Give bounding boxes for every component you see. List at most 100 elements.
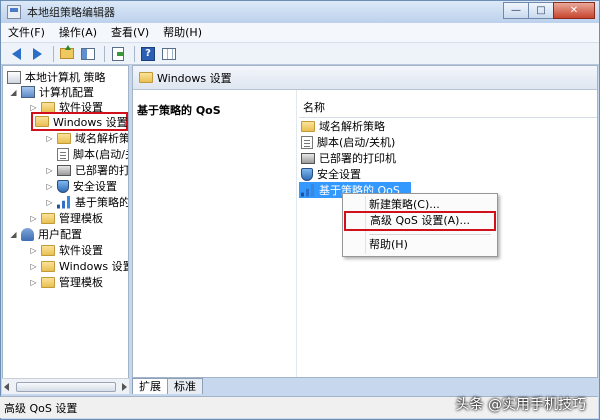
user-icon xyxy=(21,227,34,241)
folder-icon xyxy=(301,120,315,132)
menu-item-advanced-qos-settings[interactable]: 高级 QoS 设置(A)... xyxy=(344,211,496,231)
tree-label: 安全设置 xyxy=(73,180,117,193)
tree-item-windows-settings[interactable]: Windows 设置 xyxy=(31,112,128,131)
folder-icon xyxy=(41,101,55,113)
console-tree-icon xyxy=(81,47,95,60)
view-button[interactable] xyxy=(160,45,178,63)
script-icon xyxy=(57,147,69,161)
menu-help[interactable]: 帮助(H) xyxy=(156,23,209,43)
expand-icon[interactable]: ▷ xyxy=(45,166,54,175)
menu-view[interactable]: 查看(V) xyxy=(104,23,156,43)
tab-standard[interactable]: 标准 xyxy=(167,378,203,394)
toolbar-separator xyxy=(53,45,54,62)
details-view-icon xyxy=(162,47,176,60)
folder-icon xyxy=(57,132,71,144)
tree-horizontal-scrollbar[interactable] xyxy=(2,378,129,394)
printer-icon xyxy=(301,152,315,164)
tree-item-root[interactable]: 本地计算机 策略 xyxy=(7,69,106,85)
list-item-label: 已部署的打印机 xyxy=(319,152,396,165)
expand-icon[interactable]: ▷ xyxy=(29,262,38,271)
expand-icon[interactable]: ▷ xyxy=(29,214,38,223)
forward-button[interactable] xyxy=(28,45,46,63)
list-item-deployed-printers[interactable]: 已部署的打印机 xyxy=(299,150,396,166)
up-folder-button[interactable] xyxy=(58,45,76,63)
expand-icon[interactable]: ▷ xyxy=(45,182,54,191)
folder-open-icon xyxy=(35,116,49,127)
tree-label: 本地计算机 策略 xyxy=(25,71,106,84)
menu-item-help[interactable]: 帮助(H) xyxy=(343,236,497,254)
tree-item-user-config[interactable]: ◢ 用户配置 xyxy=(9,226,82,242)
window-title: 本地组策略编辑器 xyxy=(27,6,115,19)
folder-icon xyxy=(139,72,153,83)
tree-item-policy-qos[interactable]: ▷ 基于策略的 C xyxy=(45,194,128,210)
collapse-icon[interactable]: ◢ xyxy=(9,88,18,97)
list-item-security-settings[interactable]: 安全设置 xyxy=(299,166,361,182)
context-menu: 新建策略(C)... 高级 QoS 设置(A)... 帮助(H) xyxy=(342,193,498,257)
tree-label: 已部署的打印 xyxy=(75,164,129,177)
help-button[interactable]: ? xyxy=(139,45,157,63)
toolbar-separator xyxy=(134,45,135,62)
tree-item-security-settings[interactable]: ▷ 安全设置 xyxy=(45,178,117,194)
folder-icon xyxy=(41,260,55,272)
list-item-dns-policy[interactable]: 域名解析策略 xyxy=(299,118,385,134)
close-button[interactable]: ✕ xyxy=(553,2,595,19)
minimize-button[interactable]: — xyxy=(503,2,529,19)
details-header: Windows 设置 xyxy=(133,66,597,90)
pane-divider xyxy=(296,90,297,377)
scroll-thumb[interactable] xyxy=(15,381,116,392)
console-tree[interactable]: 本地计算机 策略 ◢ 计算机配置 ▷ 软件设置 Windows 设置 ▷ 域名解… xyxy=(2,65,129,394)
script-icon xyxy=(301,135,313,149)
scroll-right-icon[interactable] xyxy=(122,382,127,391)
up-folder-icon xyxy=(60,45,74,59)
show-hide-tree-button[interactable] xyxy=(79,45,97,63)
tree-item-dns-policy[interactable]: ▷ 域名解析策略 xyxy=(45,130,129,146)
export-list-button[interactable] xyxy=(109,45,127,63)
details-header-title: Windows 设置 xyxy=(157,71,232,85)
list-item-label: 安全设置 xyxy=(317,168,361,181)
forward-arrow-icon xyxy=(32,47,42,60)
folder-icon xyxy=(41,244,55,256)
menu-action[interactable]: 操作(A) xyxy=(52,23,104,43)
maximize-button[interactable]: □ xyxy=(528,2,554,19)
toolbar-separator xyxy=(104,45,105,62)
tab-extended[interactable]: 扩展 xyxy=(132,378,168,394)
tree-label: 管理模板 xyxy=(59,276,103,289)
tree-label: 域名解析策略 xyxy=(75,132,129,145)
qos-bars-icon xyxy=(57,195,71,209)
selected-item-title: 基于策略的 QoS xyxy=(137,104,221,117)
expand-icon[interactable]: ▷ xyxy=(29,103,38,112)
tree-item-user-software-settings[interactable]: ▷ 软件设置 xyxy=(29,242,103,258)
tree-item-computer-config[interactable]: ◢ 计算机配置 xyxy=(9,84,94,100)
title-bar[interactable]: 本地组策略编辑器 — □ ✕ xyxy=(1,1,599,23)
tree-label: Windows 设置 xyxy=(59,260,129,273)
expand-icon[interactable]: ▷ xyxy=(45,134,54,143)
column-header-name[interactable]: 名称 xyxy=(299,98,597,118)
menu-separator xyxy=(369,234,491,235)
status-text: 高级 QoS 设置 xyxy=(4,401,78,415)
app-icon xyxy=(7,5,21,19)
tree-item-scripts[interactable]: 脚本(启动/关 xyxy=(57,146,128,162)
tree-item-user-admin-templates[interactable]: ▷ 管理模板 xyxy=(29,274,103,290)
export-icon xyxy=(112,46,124,61)
tree-label: 计算机配置 xyxy=(39,86,94,99)
back-button[interactable] xyxy=(7,45,25,63)
folder-icon xyxy=(41,212,55,224)
help-icon: ? xyxy=(141,46,155,61)
collapse-icon[interactable]: ◢ xyxy=(9,230,18,239)
list-item-scripts[interactable]: 脚本(启动/关机) xyxy=(299,134,395,150)
tree-label: Windows 设置 xyxy=(53,115,128,129)
tree-item-user-windows-settings[interactable]: ▷ Windows 设置 xyxy=(29,258,129,274)
tree-label: 软件设置 xyxy=(59,244,103,257)
expand-icon[interactable]: ▷ xyxy=(29,278,38,287)
tree-item-admin-templates[interactable]: ▷ 管理模板 xyxy=(29,210,103,226)
scroll-left-icon[interactable] xyxy=(4,382,9,391)
folder-icon xyxy=(41,276,55,288)
expand-icon[interactable]: ▷ xyxy=(29,246,38,255)
menu-file[interactable]: 文件(F) xyxy=(1,23,52,43)
tree-label: 用户配置 xyxy=(38,228,82,241)
expand-icon[interactable]: ▷ xyxy=(45,198,54,207)
back-arrow-icon xyxy=(11,47,21,60)
tree-item-deployed-printers[interactable]: ▷ 已部署的打印 xyxy=(45,162,129,178)
policy-icon xyxy=(7,70,21,84)
toolbar: ? xyxy=(1,43,599,65)
